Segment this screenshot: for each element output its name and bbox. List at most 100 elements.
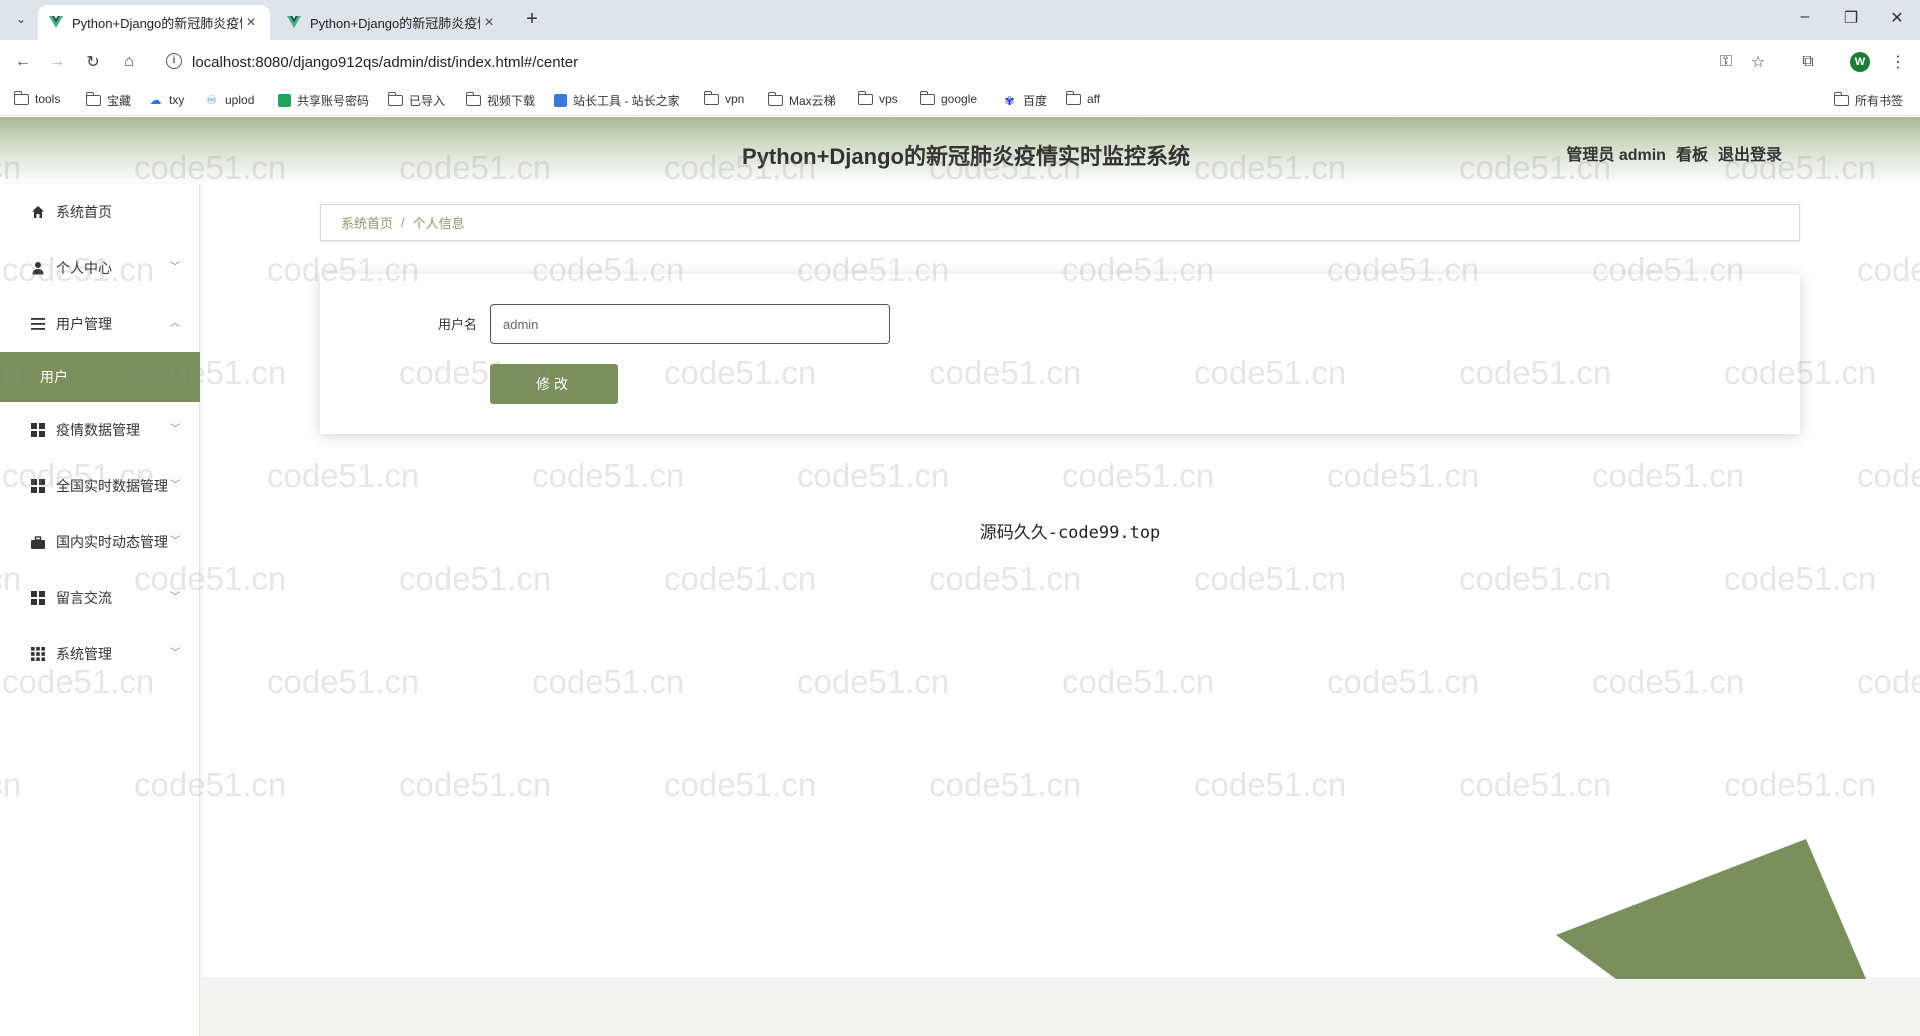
chevron-up-icon: ︿ [170,318,180,329]
new-tab-button[interactable]: + [520,8,544,32]
decorative-shape [1556,839,1866,979]
username-input[interactable] [490,304,890,344]
browser-tab-1[interactable]: Python+Django的新冠肺炎疫情实时监控系统 × [38,5,270,40]
profile-form-card: 用户名 修改 [320,274,1800,434]
apps-icon [30,646,46,662]
chevron-down-icon: ﹀ [170,424,180,435]
breadcrumb-current: 个人信息 [412,216,465,231]
forward-icon[interactable]: → [46,51,68,73]
chevron-down-icon: ﹀ [170,648,180,659]
sheet-icon [278,94,291,107]
all-bookmarks[interactable]: 所有书签 [1833,92,1903,109]
bookmark-google[interactable]: google [919,90,977,106]
tab-search-icon[interactable]: ⌄ [10,8,32,30]
url-text: localhost:8080/django912qs/admin/dist/in… [192,53,579,71]
folder-icon [767,92,783,106]
browser-tabstrip: ⌄ Python+Django的新冠肺炎疫情实时监控系统 × Python+Dj… [0,0,1920,40]
grid-icon [30,422,46,438]
cloud-icon: ☁ [149,92,162,107]
browser-tab-2[interactable]: Python+Django的新冠肺炎疫情实时监控系统 × [276,5,508,40]
chinaz-icon [554,94,567,107]
tab-close-icon[interactable]: × [242,14,260,32]
sidebar-item-personal-center[interactable]: 个人中心 ﹀ [0,240,200,296]
tab-title: Python+Django的新冠肺炎疫情实时监控系统 [310,16,480,31]
folder-icon [387,92,403,106]
grid-icon [30,590,46,606]
chevron-down-icon: ﹀ [170,262,180,273]
footer-text: 源码久久-code99.top [979,523,1161,543]
sidebar-item-home[interactable]: 系统首页 [0,184,200,240]
bookmark-treasure[interactable]: 宝藏 [85,92,131,109]
logout-link[interactable]: 退出登录 [1718,141,1782,165]
breadcrumb: 系统首页 / 个人信息 [320,204,1800,241]
sidebar-subitem-user[interactable]: 用户 [0,352,200,402]
folder-icon [1833,92,1849,106]
extensions-icon[interactable]: ⧉ [1798,52,1818,72]
username-label: 用户名 [438,317,478,332]
header-actions: 管理员 admin 看板 退出登录 [1566,141,1782,165]
bookmark-tools[interactable]: tools [13,90,60,106]
breadcrumb-separator: / [401,215,405,230]
chevron-down-icon: ﹀ [170,480,180,491]
chevron-down-icon: ﹀ [170,536,180,547]
sidebar-item-national-realtime[interactable]: 全国实时数据管理 ﹀ [0,458,200,514]
sidebar-item-messages[interactable]: 留言交流 ﹀ [0,570,200,626]
restore-icon[interactable]: ❐ [1836,8,1866,28]
app-root: Python+Django的新冠肺炎疫情实时监控系统 管理员 admin 看板 … [0,117,1920,1036]
back-icon[interactable]: ← [12,51,34,73]
bookmark-max[interactable]: Max云梯 [767,92,836,109]
key-icon[interactable]: ⚿ [1716,52,1736,72]
bookmark-aff[interactable]: aff [1065,90,1100,106]
bookmark-imported[interactable]: 已导入 [387,92,445,109]
folder-icon [857,90,873,105]
dashboard-link[interactable]: 看板 [1676,141,1708,165]
tab-close-icon[interactable]: × [480,14,498,32]
sidebar-item-user-management[interactable]: 用户管理 ︿ [0,296,200,352]
folder-icon [1065,90,1081,105]
site-info-icon[interactable]: i [166,53,182,69]
address-bar[interactable]: i localhost:8080/django912qs/admin/dist/… [156,44,1766,80]
sidebar: 系统首页 个人中心 ﹀ 用户管理 ︿ 用户 疫情数据管理 ﹀ 全国实时数据管理 … [0,184,200,1036]
window-close-icon[interactable]: ✕ [1882,8,1912,28]
bookmark-star-icon[interactable]: ☆ [1748,52,1768,72]
reload-icon[interactable]: ↻ [82,51,104,73]
bookmark-shared-accounts[interactable]: 共享账号密码 [278,92,369,109]
user-icon [30,260,46,276]
profile-avatar[interactable]: W [1850,52,1870,72]
tab-title: Python+Django的新冠肺炎疫情实时监控系统 [72,16,242,31]
home-icon [30,204,46,220]
sidebar-item-system-management[interactable]: 系统管理 ﹀ [0,626,200,682]
sidebar-item-epidemic-data[interactable]: 疫情数据管理 ﹀ [0,402,200,458]
folder-icon [13,90,29,105]
home-browser-icon[interactable]: ⌂ [118,51,140,73]
bookmark-baidu[interactable]: ✾ 百度 [1002,92,1047,109]
breadcrumb-home[interactable]: 系统首页 [341,213,393,232]
list-icon [30,316,46,332]
folder-icon [85,92,101,106]
vue-logo-icon [286,15,302,31]
bookmarks-bar: tools 宝藏 ☁ txy ♾ uplod 共享账号密码 已导入 视频下载 站长工… [0,84,1920,116]
folder-icon [919,90,935,105]
current-user-label: 管理员 admin [1566,147,1666,164]
grid-icon [30,478,46,494]
folder-icon [465,92,481,106]
bookmark-txy[interactable]: ☁ txy [148,92,185,107]
bookmark-vps[interactable]: vps [857,90,898,106]
bookmark-chinaz[interactable]: 站长工具 - 站长之家 [554,92,680,109]
bottom-bar [200,977,1920,1036]
share-icon: ♾ [206,92,217,107]
minimize-icon[interactable]: – [1790,8,1820,26]
bookmark-uplod[interactable]: ♾ uplod [204,92,254,107]
sidebar-item-domestic-news[interactable]: 国内实时动态管理 ﹀ [0,514,200,570]
app-header: Python+Django的新冠肺炎疫情实时监控系统 管理员 admin 看板 … [0,117,1920,184]
vue-logo-icon [48,15,64,31]
baidu-paw-icon: ✾ [1004,93,1015,108]
bookmark-vpn[interactable]: vpn [703,90,744,106]
briefcase-icon [30,534,46,550]
modify-button[interactable]: 修改 [490,364,618,404]
chevron-down-icon: ﹀ [170,592,180,603]
folder-icon [703,90,719,105]
browser-menu-icon[interactable]: ⋮ [1888,52,1908,72]
bookmark-video-download[interactable]: 视频下载 [465,92,535,109]
browser-toolbar: ← → ↻ ⌂ i localhost:8080/django912qs/adm… [0,40,1920,84]
